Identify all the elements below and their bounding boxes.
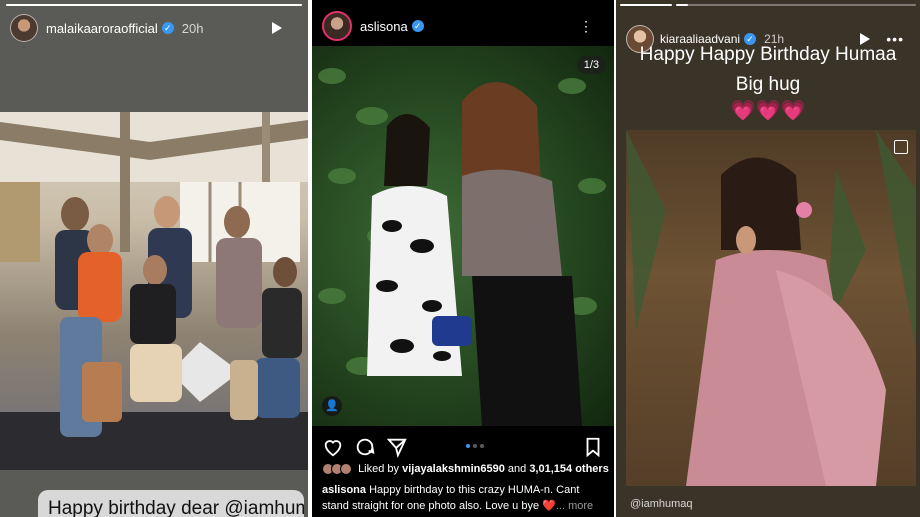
post-photo: 1/3 👤 xyxy=(312,46,614,426)
heart-icon[interactable] xyxy=(322,436,344,458)
story-photo xyxy=(0,112,308,470)
timestamp: 20h xyxy=(181,20,204,36)
bookmark-icon[interactable] xyxy=(582,436,604,458)
carousel-copy-icon xyxy=(894,140,908,154)
carousel-counter: 1/3 xyxy=(576,56,606,74)
mention-link[interactable]: @iamhumaq xyxy=(630,498,693,510)
play-icon[interactable] xyxy=(272,22,282,34)
story-progress-bar xyxy=(6,4,302,6)
liked-by-user[interactable]: vijayalakshmin6590 xyxy=(402,463,505,475)
username[interactable]: aslisona xyxy=(360,19,408,34)
more-vertical-icon[interactable]: ⋮ xyxy=(579,18,594,35)
story-text-line2: Big hug xyxy=(735,74,801,95)
verified-badge-icon: ✓ xyxy=(411,20,424,32)
story-caption: Happy birthday dear @iamhumaq xyxy=(38,490,304,517)
post-panel-aslisona[interactable]: aslisona ✓ ⋮ 1/3 👤 Liked by vijayalakshm… xyxy=(312,0,614,517)
carousel-pager xyxy=(466,444,484,448)
reshared-photo[interactable] xyxy=(626,130,916,486)
story-panel-kiara[interactable]: kiaraaliaadvani ✓ 21h ••• Happy Happy Bi… xyxy=(616,0,920,517)
post-photo-illustration xyxy=(318,68,606,426)
user-tag-icon[interactable]: 👤 xyxy=(322,396,342,416)
heart-emojis: 💗💗💗 xyxy=(730,100,806,122)
username[interactable]: malaikaaroraofficial xyxy=(46,21,158,36)
likes-count[interactable]: 3,01,154 xyxy=(529,463,572,475)
reshared-photo-illustration xyxy=(626,130,916,486)
story-panel-malaika[interactable]: malaikaaroraofficial ✓ 20h Happy birthda… xyxy=(0,0,308,517)
story-text-line1: Happy Happy Birthday Humaa xyxy=(639,44,897,65)
story-progress-bar xyxy=(676,4,916,6)
verified-badge-icon: ✓ xyxy=(161,22,174,34)
story-header: malaikaaroraofficial ✓ 20h xyxy=(10,14,298,42)
share-icon[interactable] xyxy=(386,436,408,458)
post-header: aslisona ✓ ⋮ xyxy=(322,11,604,41)
post-caption: aslisona Happy birthday to this crazy HU… xyxy=(322,482,608,514)
caption-username[interactable]: aslisona xyxy=(322,484,366,496)
liker-avatar xyxy=(340,463,352,476)
comment-icon[interactable] xyxy=(354,436,376,458)
avatar[interactable] xyxy=(322,11,352,41)
liked-by-label: Liked by xyxy=(358,463,403,475)
liked-by-others: others xyxy=(572,463,609,475)
story-progress-bar xyxy=(620,4,672,6)
likes-line[interactable]: Liked by vijayalakshmin6590 and 3,01,154… xyxy=(322,463,609,476)
caption-more-link[interactable]: ... more xyxy=(556,500,593,512)
liked-by-and: and xyxy=(504,463,530,475)
avatar[interactable] xyxy=(10,14,38,42)
group-photo-illustration xyxy=(0,112,308,470)
post-actions xyxy=(322,436,604,458)
